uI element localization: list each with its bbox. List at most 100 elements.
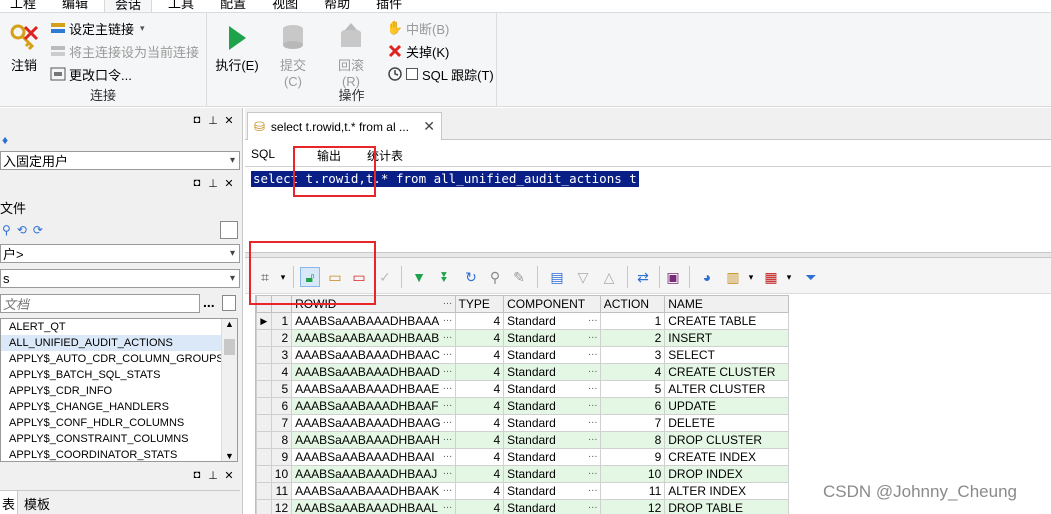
table-row[interactable]: 6 AAABSaAABAAADHBAAF… 4 Standard… 6 UPDATE <box>256 397 789 415</box>
rollback-button[interactable]: 回滚(R) <box>329 21 373 89</box>
cell-editor-button[interactable]: … <box>588 399 598 410</box>
close-icon[interactable]: ✕ <box>224 177 234 190</box>
component-cell[interactable]: Standard… <box>503 312 601 330</box>
cell-editor-button[interactable]: … <box>443 331 453 342</box>
refresh-icon[interactable]: ⟳ <box>33 223 43 237</box>
row-indicator[interactable] <box>256 346 272 364</box>
scroll-thumb[interactable] <box>224 339 235 355</box>
cell-editor-button[interactable]: … <box>588 416 598 427</box>
type-cell[interactable]: 4 <box>454 414 505 432</box>
window-restore-icon[interactable]: ◘ <box>192 469 202 481</box>
name-cell[interactable]: DELETE <box>664 414 789 432</box>
set-main-current-button[interactable]: 将主连接设为当前连接 <box>50 41 199 61</box>
last-page-icon[interactable]: ⏬︎ <box>435 267 455 287</box>
type-cell[interactable]: 4 <box>454 465 505 483</box>
row-number-cell[interactable]: 10 <box>270 465 293 483</box>
chevron-down-icon[interactable]: ▾ <box>741 267 761 287</box>
sql-trace-toggle[interactable]: SQL 跟踪(T) <box>387 64 494 84</box>
post-changes-icon[interactable]: ✓ <box>375 267 395 287</box>
row-indicator[interactable] <box>256 397 272 415</box>
row-indicator[interactable] <box>256 414 272 432</box>
row-indicator[interactable] <box>256 448 272 466</box>
row-indicator[interactable] <box>256 499 272 514</box>
unlock-icon[interactable]: 🔓︎ <box>300 267 320 287</box>
table-row[interactable]: 12 AAABSaAABAAADHBAAL… 4 Standard… 12 DROP TA… <box>256 499 789 514</box>
name-cell[interactable]: DROP CLUSTER <box>664 431 789 449</box>
cell-editor-button[interactable]: … <box>588 382 598 393</box>
table-row[interactable]: 7 AAABSaAABAAADHBAAG… 4 Standard… 7 DELETE <box>256 414 789 432</box>
type-cell[interactable]: 4 <box>454 380 505 398</box>
close-cursor-button[interactable]: 关掉(K) <box>387 41 449 61</box>
name-cell[interactable]: CREATE TABLE <box>664 312 789 330</box>
search-input[interactable]: 文档 <box>0 294 200 313</box>
list-item[interactable]: APPLY$_COORDINATOR_STATS <box>1 447 237 461</box>
tab-sql[interactable]: SQL <box>245 144 281 166</box>
list-item[interactable]: APPLY$_BATCH_SQL_STATS <box>1 367 237 383</box>
action-cell[interactable]: 3 <box>599 346 666 364</box>
execute-button[interactable]: 执行(E) <box>215 21 259 74</box>
user-combo[interactable]: 入固定用户 ▾ <box>0 151 240 170</box>
cell-editor-button[interactable]: … <box>588 314 598 325</box>
component-cell[interactable]: Standard… <box>503 431 601 449</box>
cell-editor-button[interactable]: … <box>443 501 453 512</box>
column-header-rowid[interactable]: ROWID… <box>291 295 456 313</box>
table-row[interactable]: 2 AAABSaAABAAADHBAAB… 4 Standard… 2 INSERT <box>256 329 789 347</box>
sql-window-tab[interactable]: ⛁ select t.rowid,t.* from al ... ✕ <box>247 112 442 140</box>
component-cell[interactable]: Standard… <box>503 329 601 347</box>
action-cell[interactable]: 11 <box>599 482 666 500</box>
action-cell[interactable]: 1 <box>599 312 666 330</box>
rowid-cell[interactable]: AAABSaAABAAADHBAAI… <box>291 448 456 466</box>
rowid-cell[interactable]: AAABSaAABAAADHBAAH… <box>291 431 456 449</box>
row-number-cell[interactable]: 9 <box>270 448 293 466</box>
table-row[interactable]: ▶ 1 AAABSaAABAAADHBAAA… 4 Standard… 1 CREATE T… <box>256 312 789 330</box>
break-button[interactable]: ✋ 中断(B) <box>387 18 449 38</box>
row-number-cell[interactable]: 4 <box>270 363 293 381</box>
table-row[interactable]: 10 AAABSaAABAAADHBAAJ… 4 Standard… 10 DROP IN… <box>256 465 789 483</box>
action-cell[interactable]: 5 <box>599 380 666 398</box>
table-row[interactable]: 5 AAABSaAABAAADHBAAE… 4 Standard… 5 ALTER CLU… <box>256 380 789 398</box>
table-row[interactable]: 3 AAABSaAABAAADHBAAC… 4 Standard… 3 SELECT <box>256 346 789 364</box>
window-restore-icon[interactable]: ◘ <box>192 177 202 189</box>
single-record-view-icon[interactable]: ▤ <box>547 267 567 287</box>
table-row[interactable]: 11 AAABSaAABAAADHBAAK… 4 Standard… 11 ALTER I… <box>256 482 789 500</box>
row-number-cell[interactable]: 12 <box>270 499 293 514</box>
commit-button[interactable]: 提交(C) <box>271 21 315 89</box>
object-list-scrollbar[interactable]: ▲ ▼ <box>221 319 237 461</box>
cell-editor-button[interactable]: … <box>443 382 453 393</box>
name-cell[interactable]: ALTER INDEX <box>664 482 789 500</box>
close-icon[interactable]: ✕ <box>224 469 234 482</box>
rowid-cell[interactable]: AAABSaAABAAADHBAAD… <box>291 363 456 381</box>
scroll-down-icon[interactable]: ▼ <box>222 451 237 461</box>
next-page-icon[interactable]: ▼ <box>409 267 429 287</box>
cell-editor-button[interactable]: … <box>588 331 598 342</box>
list-item[interactable]: APPLY$_CONSTRAINT_COLUMNS <box>1 431 237 447</box>
tab-table[interactable]: 表 <box>0 491 19 514</box>
action-cell[interactable]: 12 <box>599 499 666 514</box>
chevron-down-icon[interactable]: ▾ <box>273 267 293 287</box>
type-cell[interactable]: 4 <box>454 499 505 514</box>
row-indicator[interactable] <box>256 465 272 483</box>
pin-icon[interactable]: ⊥ <box>208 114 218 127</box>
component-cell[interactable]: Standard… <box>503 448 601 466</box>
component-cell[interactable]: Standard… <box>503 414 601 432</box>
filter-icon[interactable]: ⚲ <box>2 223 11 237</box>
list-item[interactable]: ALL_UNIFIED_AUDIT_ACTIONS <box>1 335 237 351</box>
rowid-cell[interactable]: AAABSaAABAAADHBAAJ… <box>291 465 456 483</box>
filter-icon[interactable]: ⏷ <box>801 267 821 287</box>
new-document-icon[interactable] <box>222 295 236 311</box>
cell-editor-button[interactable]: … <box>588 433 598 444</box>
tool-icon[interactable]: ♦ <box>2 133 8 147</box>
name-cell[interactable]: DROP TABLE <box>664 499 789 514</box>
type-cell[interactable]: 4 <box>454 329 505 347</box>
close-icon[interactable]: ✕ <box>224 114 234 127</box>
cell-editor-button[interactable]: … <box>588 365 598 376</box>
column-header-component[interactable]: COMPONENT <box>503 295 601 313</box>
list-item[interactable]: APPLY$_CDR_INFO <box>1 383 237 399</box>
cell-editor-button[interactable]: … <box>443 484 453 495</box>
name-cell[interactable]: CREATE CLUSTER <box>664 363 789 381</box>
rowid-cell[interactable]: AAABSaAABAAADHBAAG… <box>291 414 456 432</box>
type-cell[interactable]: 4 <box>454 312 505 330</box>
table-icon[interactable]: ▦ <box>761 267 781 287</box>
pin-icon[interactable]: ⊥ <box>208 469 218 482</box>
rowid-cell[interactable]: AAABSaAABAAADHBAAE… <box>291 380 456 398</box>
